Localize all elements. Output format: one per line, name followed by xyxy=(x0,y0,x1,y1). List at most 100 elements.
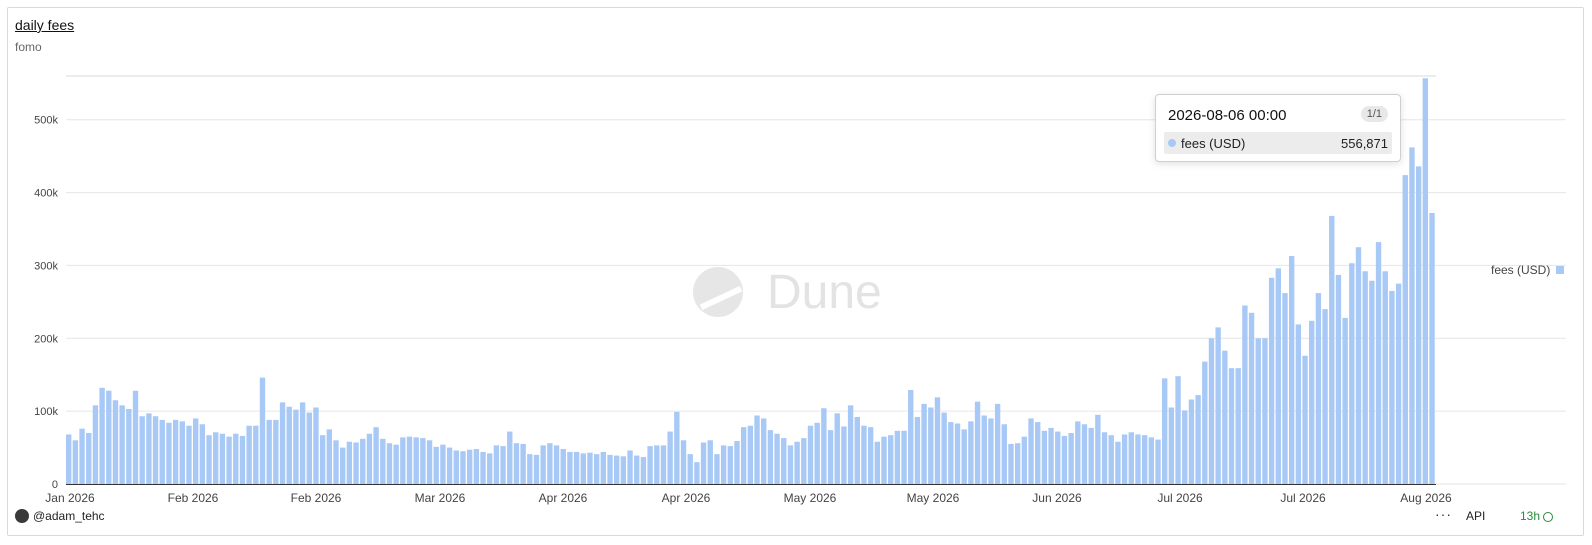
bar xyxy=(567,451,573,484)
bar xyxy=(928,407,934,484)
chart-legend[interactable]: fees (USD) xyxy=(1491,263,1565,277)
bar xyxy=(1088,427,1094,484)
bar xyxy=(393,444,399,484)
bar xyxy=(867,427,874,484)
bar xyxy=(914,416,921,484)
footer-user[interactable]: @adam_tehc xyxy=(15,509,105,523)
bar xyxy=(1055,431,1061,484)
tooltip-series-name: fees (USD) xyxy=(1181,136,1246,151)
bar xyxy=(767,430,774,484)
bar xyxy=(293,409,299,484)
bar xyxy=(627,450,633,484)
x-tick-label: May 2026 xyxy=(784,491,837,505)
bar xyxy=(226,436,232,484)
bar xyxy=(1415,166,1422,484)
bar xyxy=(132,390,139,484)
bar xyxy=(1168,407,1175,484)
bar xyxy=(1275,268,1281,484)
bar xyxy=(72,440,79,484)
bar xyxy=(801,438,807,484)
username: @adam_tehc xyxy=(33,509,105,523)
bar xyxy=(139,416,145,484)
bar xyxy=(507,431,513,484)
bar xyxy=(908,390,914,484)
bar xyxy=(988,418,994,484)
bar xyxy=(934,397,941,484)
bar xyxy=(634,455,640,484)
bar xyxy=(233,433,239,484)
bar xyxy=(99,387,105,484)
bar xyxy=(774,433,780,484)
bar xyxy=(1014,443,1021,484)
refresh-time-label: 13h xyxy=(1520,509,1541,523)
bar xyxy=(1135,434,1141,484)
bar xyxy=(420,438,426,484)
bar xyxy=(1182,410,1188,484)
bar xyxy=(854,416,860,484)
bar xyxy=(493,445,500,484)
bar xyxy=(1335,274,1342,484)
bar xyxy=(1422,78,1429,484)
bar xyxy=(593,454,600,484)
bar xyxy=(1208,338,1215,484)
bar xyxy=(453,450,459,484)
bar xyxy=(814,422,820,484)
bar xyxy=(547,443,553,484)
bar xyxy=(79,428,85,484)
bar xyxy=(186,425,192,484)
bar xyxy=(674,411,680,484)
bar xyxy=(1382,271,1388,484)
bar xyxy=(1068,433,1074,484)
legend-swatch-icon xyxy=(1556,266,1565,274)
tooltip-series-dot-icon xyxy=(1168,139,1176,147)
x-tick-label: Mar 2026 xyxy=(415,491,466,505)
bar xyxy=(66,434,72,484)
bar xyxy=(1248,312,1255,484)
bar xyxy=(1101,432,1108,484)
bar xyxy=(948,422,954,484)
bar xyxy=(1155,439,1161,484)
bar xyxy=(1228,368,1235,484)
bar xyxy=(413,437,419,484)
bar xyxy=(734,441,740,484)
y-tick-label: 0 xyxy=(52,479,58,491)
bar xyxy=(1222,350,1228,484)
api-button[interactable]: API xyxy=(1466,509,1485,523)
bar xyxy=(761,418,767,484)
bar xyxy=(1255,338,1261,484)
bar xyxy=(433,446,439,484)
bar xyxy=(373,427,379,484)
bar xyxy=(426,440,433,484)
bar xyxy=(1389,290,1395,484)
bar xyxy=(192,418,199,484)
bar xyxy=(520,443,526,484)
bar xyxy=(487,453,493,484)
bar xyxy=(847,405,854,484)
more-options-button[interactable]: ··· xyxy=(1435,506,1452,522)
bar xyxy=(279,402,286,484)
bar xyxy=(600,451,607,484)
y-tick-label: 300k xyxy=(34,260,58,272)
bar xyxy=(540,445,546,484)
bar xyxy=(1375,242,1382,484)
bar xyxy=(1175,376,1181,484)
bar xyxy=(1095,414,1101,484)
bar-chart: 0 100k 200k 300k 400k 500k Jan 2026 Feb 2026 Feb… xyxy=(34,75,1566,505)
bar xyxy=(954,423,961,484)
x-tick-label: Aug 2026 xyxy=(1400,491,1452,505)
bar xyxy=(1021,436,1028,484)
bar xyxy=(199,424,206,484)
y-tick-label: 100k xyxy=(34,406,58,418)
chart-tooltip: 2026-08-06 00:00 1/1 fees (USD) 556,871 xyxy=(1155,94,1401,162)
bar xyxy=(1195,395,1201,484)
bar xyxy=(239,435,246,484)
bar xyxy=(834,413,840,484)
bar xyxy=(861,425,867,484)
x-tick-label: Apr 2026 xyxy=(662,491,711,505)
bar xyxy=(152,416,159,484)
bar xyxy=(1295,324,1302,484)
tooltip-page: 1/1 xyxy=(1360,106,1388,122)
bar xyxy=(406,436,413,484)
bar xyxy=(1355,247,1362,484)
bar xyxy=(460,451,466,484)
